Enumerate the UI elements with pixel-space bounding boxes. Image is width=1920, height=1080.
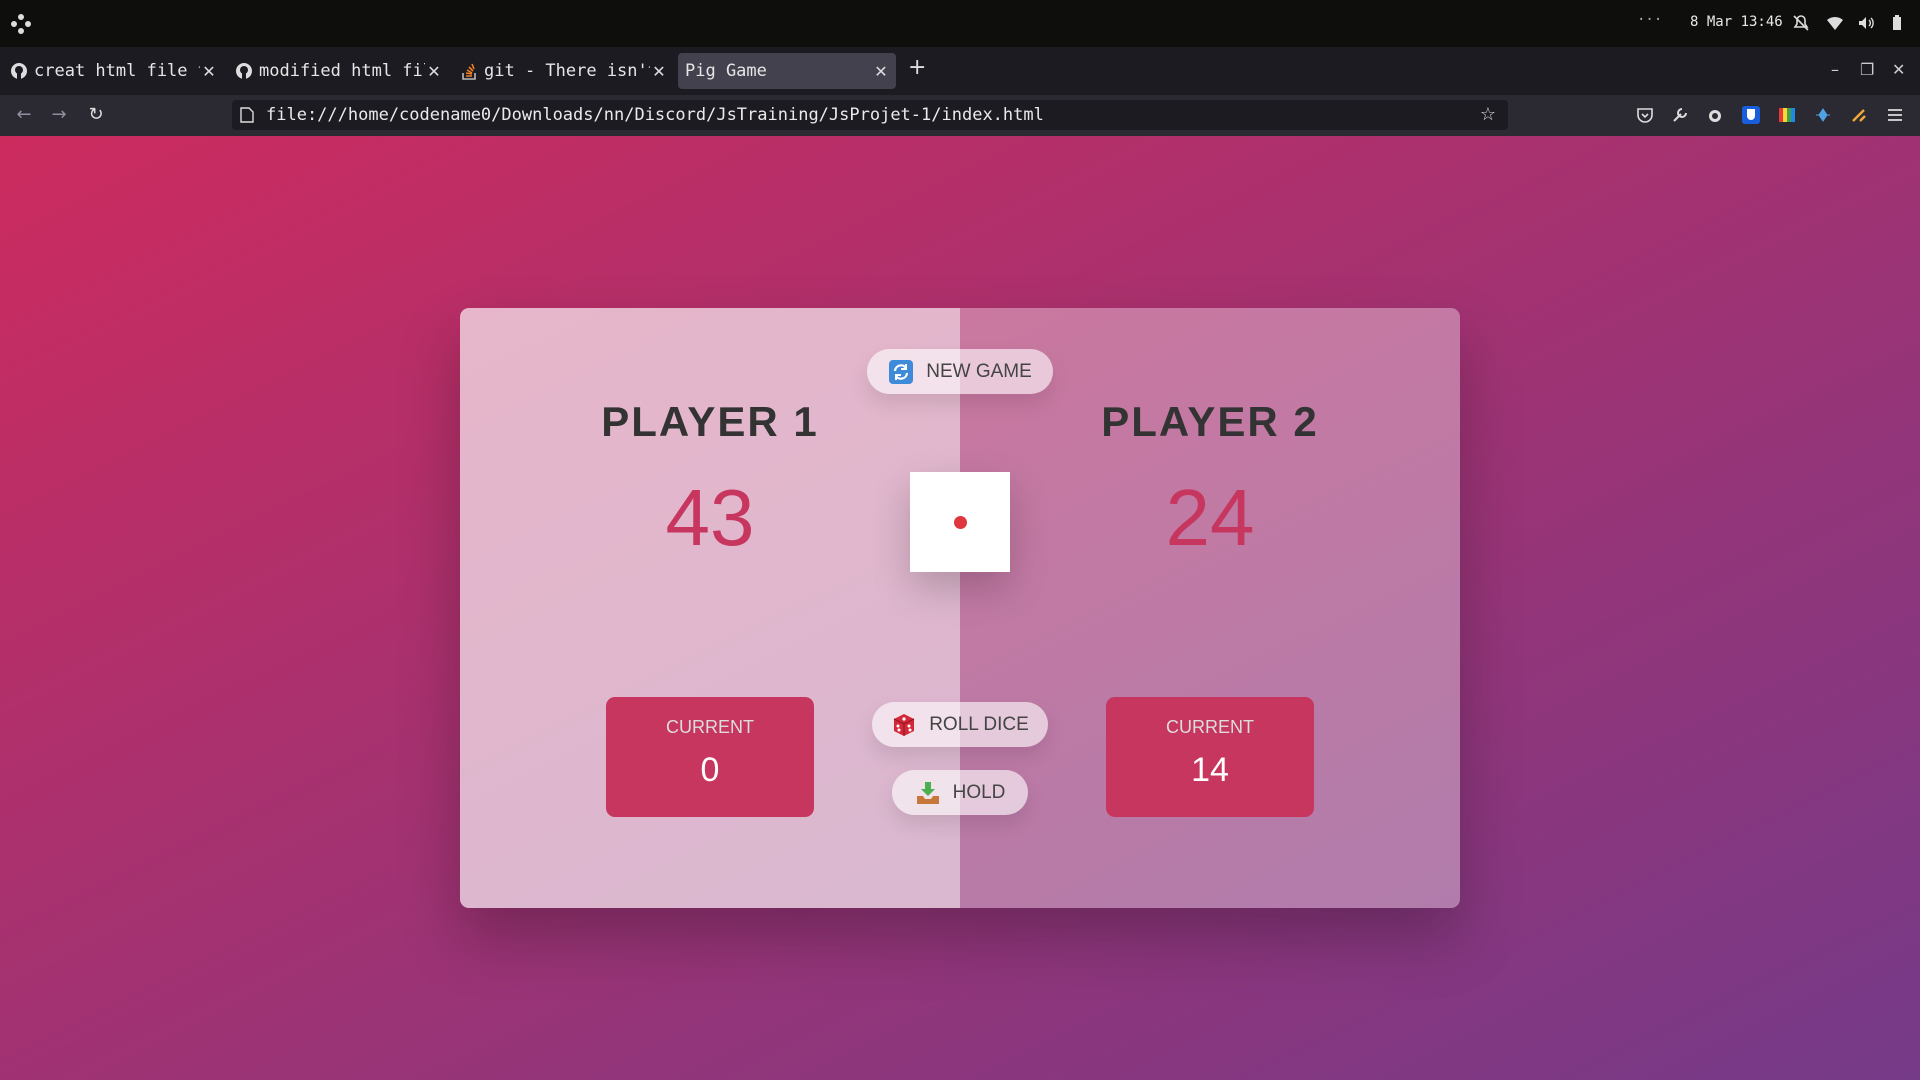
apps-logo-icon[interactable]: [10, 13, 32, 35]
new-game-button[interactable]: New game: [867, 349, 1053, 394]
player-1-current-box: Current 0: [606, 697, 814, 817]
forward-arrow-icon[interactable]: →: [48, 104, 70, 126]
player-1-name: Player 1: [601, 398, 819, 445]
close-tab-icon[interactable]: ✕: [200, 62, 218, 81]
player-2-name: Player 2: [1101, 398, 1319, 445]
notifications-off-icon[interactable]: [1792, 14, 1810, 32]
battery-icon: [1893, 15, 1901, 30]
player-2-score: 24: [1165, 473, 1255, 562]
player-1-current-score: 0: [700, 751, 720, 789]
hold-button[interactable]: Hold: [892, 770, 1028, 815]
new-game-label: New game: [926, 360, 1032, 382]
browser-tab-3[interactable]: git - There isn't ✕: [458, 53, 668, 89]
reload-icon[interactable]: ↻: [85, 104, 107, 126]
browser-nav-bar: ← → ↻ file:///home/codename0/Downloads/n…: [0, 95, 1920, 137]
tab-title: git - There isn't: [484, 61, 650, 81]
hold-label: Hold: [952, 781, 1006, 803]
url-text: file:///home/codename0/Downloads/nn/Disc…: [266, 105, 1044, 125]
dice-icon: [893, 713, 915, 736]
close-tab-icon[interactable]: ✕: [872, 62, 890, 81]
tab-title: modified html fil: [259, 61, 425, 81]
player-2-panel: Player 2 24 Current 14: [960, 308, 1460, 908]
roll-dice-label: Roll dice: [929, 713, 1029, 735]
browser-tab-1[interactable]: creat html file t ✕: [8, 53, 218, 89]
page-icon: [240, 107, 254, 123]
extension-icon[interactable]: [1814, 106, 1832, 124]
browser-tab-bar: creat html file t ✕ modified html fil ✕ …: [0, 47, 1920, 95]
colorzilla-icon[interactable]: [1778, 106, 1796, 124]
player-1-score: 43: [665, 473, 755, 562]
system-clock[interactable]: 8 Mar 13:46: [1690, 14, 1783, 30]
dice: [910, 472, 1010, 572]
wifi-icon[interactable]: [1826, 14, 1844, 32]
system-top-bar: ··· 8 Mar 13:46: [0, 0, 1920, 47]
close-window-icon[interactable]: ✕: [1892, 60, 1905, 79]
extension-icon[interactable]: [1850, 106, 1868, 124]
bookmark-star-icon[interactable]: ☆: [1480, 104, 1496, 125]
tab-title: creat html file t: [34, 61, 200, 81]
devtools-wrench-icon[interactable]: [1671, 106, 1689, 124]
overflow-indicator[interactable]: ···: [1637, 12, 1662, 28]
bitwarden-icon[interactable]: [1742, 106, 1760, 124]
current-label: Current: [666, 717, 754, 737]
browser-tab-active[interactable]: Pig Game ✕: [678, 53, 896, 89]
close-tab-icon[interactable]: ✕: [650, 62, 668, 81]
dice-pip: [954, 516, 967, 529]
url-bar[interactable]: file:///home/codename0/Downloads/nn/Disc…: [232, 100, 1508, 130]
back-arrow-icon[interactable]: ←: [13, 104, 35, 126]
tab-title: Pig Game: [685, 61, 767, 81]
inbox-download-icon: [916, 781, 939, 804]
new-tab-button[interactable]: +: [908, 55, 926, 80]
extension-icon[interactable]: [1706, 106, 1724, 124]
player-2-current-score: 14: [1191, 751, 1229, 789]
stackoverflow-icon: [462, 63, 476, 80]
game-board: Player 1 43 Current 0 Player 2 24 Curren…: [460, 308, 1460, 908]
minimize-icon[interactable]: –: [1831, 60, 1839, 79]
page-background: Player 1 43 Current 0 Player 2 24 Curren…: [0, 136, 1920, 1080]
close-tab-icon[interactable]: ✕: [425, 62, 443, 81]
player-1-panel: Player 1 43 Current 0: [460, 308, 960, 908]
refresh-icon: [889, 359, 914, 384]
volume-icon[interactable]: [1857, 14, 1875, 32]
menu-icon[interactable]: [1886, 106, 1904, 124]
roll-dice-button[interactable]: Roll dice: [872, 702, 1048, 747]
restore-icon[interactable]: ❐: [1860, 60, 1874, 79]
current-label: Current: [1166, 717, 1254, 737]
github-icon: [236, 63, 252, 79]
pocket-icon[interactable]: [1636, 106, 1654, 124]
github-icon: [11, 63, 27, 79]
browser-tab-2[interactable]: modified html fil ✕: [233, 53, 443, 89]
player-2-current-box: Current 14: [1106, 697, 1314, 817]
